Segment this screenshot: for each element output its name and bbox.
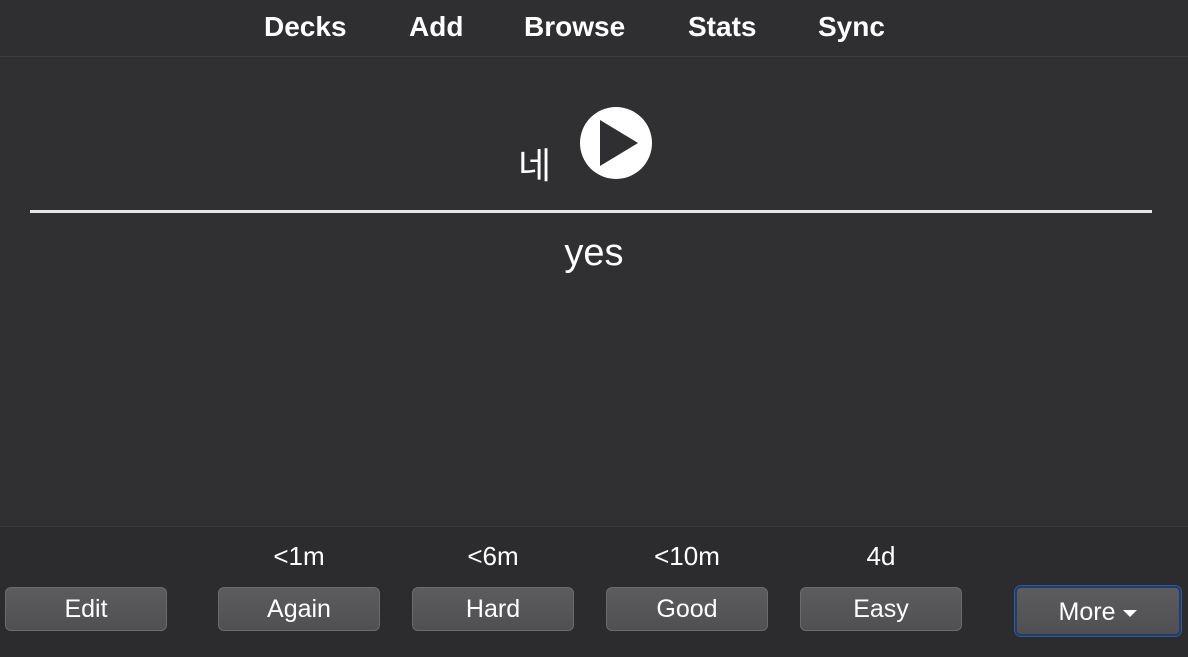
interval-easy: 4d [866,541,896,571]
nav-add[interactable]: Add [409,11,463,43]
again-button[interactable]: Again [218,587,380,631]
interval-hard: <6m [467,541,519,571]
front-word: 네 [518,146,552,187]
answer-divider [30,210,1152,213]
answer-bar: <1m <6m <10m 4d Edit Again Hard Good Eas… [0,526,1188,657]
easy-button[interactable]: Easy [800,587,962,631]
more-button-label: More [1058,598,1116,626]
edit-button[interactable]: Edit [5,587,167,631]
hard-button[interactable]: Hard [412,587,574,631]
card-back-answer: yes [564,232,624,274]
nav-stats[interactable]: Stats [688,11,756,43]
nav-browse[interactable]: Browse [524,11,625,43]
top-toolbar: Decks Add Browse Stats Sync [0,0,1188,57]
nav-decks[interactable]: Decks [264,11,347,43]
interval-again: <1m [273,541,325,571]
caret-down-icon [1123,609,1138,617]
interval-good: <10m [654,541,720,571]
play-icon[interactable] [580,107,652,179]
good-button[interactable]: Good [606,587,768,631]
card-area: 네 yes [0,57,1188,525]
nav-sync[interactable]: Sync [818,11,885,43]
more-button[interactable]: More [1015,586,1181,636]
